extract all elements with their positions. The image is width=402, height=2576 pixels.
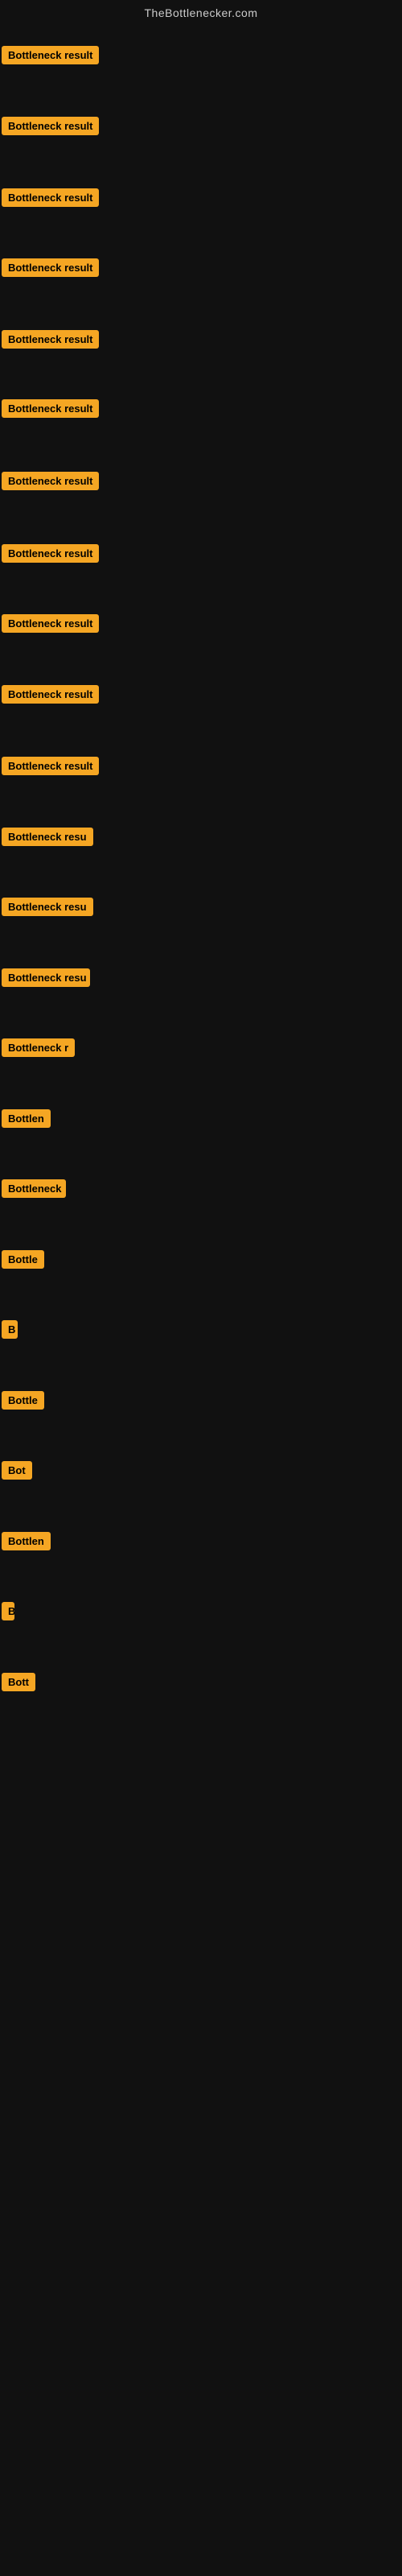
badge-row-12: Bottleneck resu	[2, 828, 93, 850]
badge-row-5: Bottleneck result	[2, 330, 99, 353]
bottleneck-badge-5: Bottleneck result	[2, 330, 99, 349]
bottleneck-badge-13: Bottleneck resu	[2, 898, 93, 916]
badge-row-11: Bottleneck result	[2, 757, 99, 779]
bottleneck-badge-2: Bottleneck result	[2, 117, 99, 135]
badge-row-18: Bottle	[2, 1250, 44, 1273]
bottleneck-badge-23: B	[2, 1602, 14, 1620]
bottleneck-badge-11: Bottleneck result	[2, 757, 99, 775]
badge-row-13: Bottleneck resu	[2, 898, 93, 920]
bottleneck-badge-9: Bottleneck result	[2, 614, 99, 633]
badge-row-7: Bottleneck result	[2, 472, 99, 494]
bottleneck-badge-7: Bottleneck result	[2, 472, 99, 490]
bottleneck-badge-6: Bottleneck result	[2, 399, 99, 418]
badge-row-16: Bottlen	[2, 1109, 51, 1132]
bottleneck-badge-8: Bottleneck result	[2, 544, 99, 563]
bottleneck-badge-22: Bottlen	[2, 1532, 51, 1550]
badge-row-22: Bottlen	[2, 1532, 51, 1554]
bottleneck-badge-19: B	[2, 1320, 18, 1339]
badge-row-10: Bottleneck result	[2, 685, 99, 708]
bottleneck-badge-16: Bottlen	[2, 1109, 51, 1128]
bottleneck-badge-20: Bottle	[2, 1391, 44, 1410]
badge-row-6: Bottleneck result	[2, 399, 99, 422]
badge-row-14: Bottleneck resu	[2, 968, 90, 991]
bottleneck-badge-14: Bottleneck resu	[2, 968, 90, 987]
bottleneck-badge-1: Bottleneck result	[2, 46, 99, 64]
bottleneck-badge-24: Bott	[2, 1673, 35, 1691]
bottleneck-badge-18: Bottle	[2, 1250, 44, 1269]
badge-row-15: Bottleneck r	[2, 1038, 75, 1061]
badge-row-4: Bottleneck result	[2, 258, 99, 281]
bottleneck-badge-17: Bottleneck	[2, 1179, 66, 1198]
badge-row-20: Bottle	[2, 1391, 44, 1414]
bottleneck-badge-4: Bottleneck result	[2, 258, 99, 277]
site-title: TheBottlenecker.com	[0, 0, 402, 23]
badge-row-8: Bottleneck result	[2, 544, 99, 567]
badge-row-2: Bottleneck result	[2, 117, 99, 139]
badge-row-17: Bottleneck	[2, 1179, 66, 1202]
bottleneck-badge-3: Bottleneck result	[2, 188, 99, 207]
bottleneck-badge-21: Bot	[2, 1461, 32, 1480]
badge-row-21: Bot	[2, 1461, 32, 1484]
badge-row-19: B	[2, 1320, 18, 1343]
bottleneck-badge-12: Bottleneck resu	[2, 828, 93, 846]
bottleneck-badge-10: Bottleneck result	[2, 685, 99, 704]
bottleneck-badge-15: Bottleneck r	[2, 1038, 75, 1057]
badge-row-24: Bott	[2, 1673, 35, 1695]
badge-row-1: Bottleneck result	[2, 46, 99, 68]
badge-row-9: Bottleneck result	[2, 614, 99, 637]
badge-row-3: Bottleneck result	[2, 188, 99, 211]
badge-row-23: B	[2, 1602, 14, 1624]
